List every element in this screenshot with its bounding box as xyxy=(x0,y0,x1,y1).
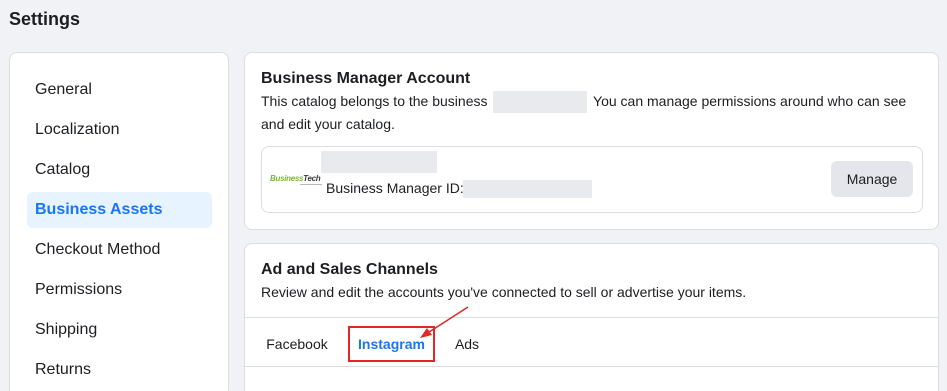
page-title: Settings xyxy=(9,9,81,29)
redacted-account-name xyxy=(321,151,437,173)
manage-button[interactable]: Manage xyxy=(831,161,913,197)
sidebar-item-permissions[interactable]: Permissions xyxy=(27,272,212,308)
sidebar-item-shipping[interactable]: Shipping xyxy=(27,312,212,348)
sidebar-item-catalog[interactable]: Catalog xyxy=(27,152,212,188)
sidebar-item-localization[interactable]: Localization xyxy=(27,112,212,148)
sidebar-item-general[interactable]: General xyxy=(27,72,212,108)
channels-description: Review and edit the accounts you've conn… xyxy=(261,284,747,300)
business-manager-card: Business Manager Account This catalog be… xyxy=(244,52,939,230)
ad-sales-channels-card: Ad and Sales Channels Review and edit th… xyxy=(244,243,939,391)
logo-underline xyxy=(300,184,322,185)
tabs-top-divider xyxy=(245,317,938,318)
redacted-business-manager-id xyxy=(463,180,592,198)
logo-text-green: Business xyxy=(270,174,304,183)
sidebar-item-returns[interactable]: Returns xyxy=(27,352,212,388)
redacted-business-name xyxy=(493,91,588,114)
business-manager-description: This catalog belongs to the business You… xyxy=(261,90,931,135)
tabs-bottom-divider xyxy=(245,366,938,367)
settings-sidebar: General Localization Catalog Business As… xyxy=(9,52,229,391)
tab-facebook[interactable]: Facebook xyxy=(261,326,333,362)
channels-title: Ad and Sales Channels xyxy=(261,261,438,278)
logo-text-dark: Tech xyxy=(303,174,321,183)
sidebar-item-business-assets[interactable]: Business Assets xyxy=(27,192,212,228)
annotation-arrow-icon xyxy=(420,306,469,338)
business-manager-id-label: Business Manager ID: xyxy=(326,180,464,196)
business-manager-title: Business Manager Account xyxy=(261,70,471,87)
business-manager-account-box: BusinessTech Business Manager ID: Manage xyxy=(261,146,923,213)
description-part2: You can manage permissions around who ca… xyxy=(593,93,907,109)
description-part1: This catalog belongs to the business xyxy=(261,93,488,109)
description-line2: and edit your catalog. xyxy=(261,116,395,133)
sidebar-item-checkout-method[interactable]: Checkout Method xyxy=(27,232,212,268)
business-logo: BusinessTech xyxy=(270,174,322,186)
